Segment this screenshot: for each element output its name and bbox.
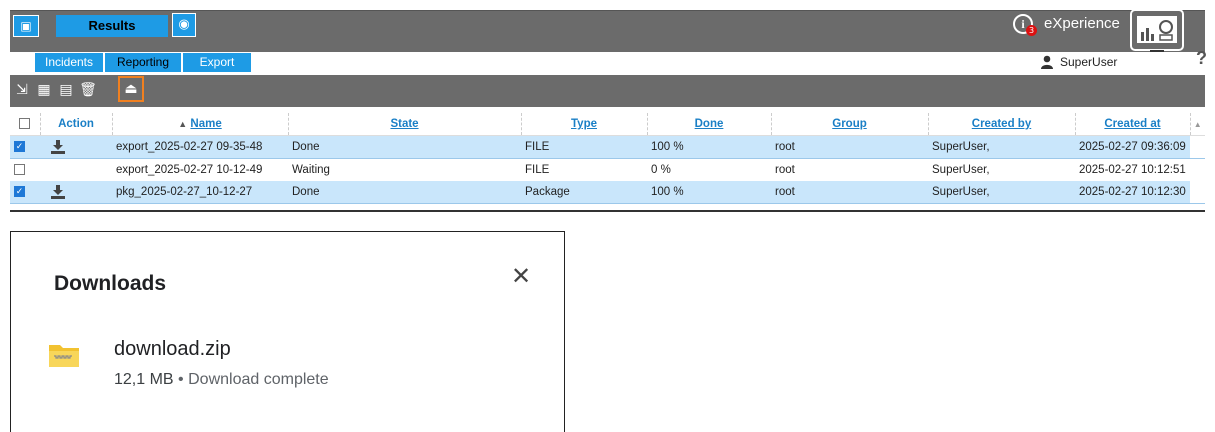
col-type[interactable]: Type — [521, 113, 648, 136]
download-status: Download complete — [188, 371, 329, 388]
col-created-by[interactable]: Created by — [928, 113, 1076, 136]
cell-group: root — [775, 164, 795, 176]
col-state[interactable]: State — [288, 113, 522, 136]
cell-done: 100 % — [647, 135, 771, 159]
cell-created-at: 2025-02-27 10:12:51 — [1079, 164, 1186, 176]
cell-done: 0 % — [651, 164, 671, 176]
cell-group: root — [771, 135, 928, 159]
download-file-name[interactable]: download.zip — [114, 338, 231, 361]
download-meta: 12,1 MB • Download complete — [114, 371, 329, 389]
tab-results[interactable]: Results — [56, 15, 168, 37]
row-checkbox[interactable] — [10, 159, 40, 182]
help-icon[interactable]: ? — [1196, 48, 1207, 69]
cell-done: 100 % — [647, 181, 771, 204]
col-done[interactable]: Done — [647, 113, 772, 136]
downloads-title: Downloads — [54, 272, 167, 295]
cell-created-by: SuperUser, — [928, 135, 1075, 159]
cell-type: FILE — [525, 164, 550, 176]
action-toolbar: ⇲ ▦ ▤ 🗑 ⏏ — [10, 75, 1205, 107]
select-all-checkbox[interactable] — [10, 113, 41, 136]
app-window: ▣ Results ◉ i 3 eXperience Incidents Rep… — [0, 0, 1215, 213]
checkbox-box — [19, 118, 31, 130]
close-icon[interactable]: ✕ — [508, 264, 534, 290]
brand-title: eXperience — [1044, 15, 1120, 32]
col-created-at[interactable]: Created at — [1075, 113, 1191, 136]
cell-name: export_2025-02-27 10-12-49 — [116, 164, 263, 176]
download-size: 12,1 MB — [114, 371, 174, 388]
row-download-icon[interactable] — [40, 181, 112, 204]
cell-state: Done — [288, 181, 521, 204]
cell-state: Done — [288, 135, 521, 159]
export-file-icon[interactable]: ⇲ — [13, 81, 31, 99]
home-icon[interactable]: ▣ — [13, 15, 39, 37]
scrollbar-up[interactable]: ▲ — [1190, 113, 1205, 136]
row-checkbox[interactable]: ✓ — [10, 135, 40, 159]
cell-type: FILE — [521, 135, 647, 159]
tab-reporting[interactable]: Reporting — [105, 53, 181, 72]
tab-export[interactable]: Export — [183, 53, 251, 72]
cell-state: Waiting — [292, 164, 330, 176]
row-download-icon[interactable] — [40, 135, 112, 159]
cell-name: pkg_2025-02-27_10-12-27 — [112, 181, 288, 204]
top-bar: ▣ Results ◉ i 3 eXperience — [10, 10, 1205, 53]
col-action: Action — [40, 113, 113, 136]
monitor-icon[interactable]: ◉ — [172, 13, 196, 37]
cell-group: root — [771, 181, 928, 204]
download-icon[interactable]: ⏏ — [118, 76, 144, 102]
cell-created-by: SuperUser, — [932, 164, 990, 176]
cell-name: export_2025-02-27 09-35-48 — [112, 135, 288, 159]
zip-folder-icon[interactable] — [48, 342, 80, 368]
row-checkbox[interactable]: ✓ — [10, 181, 40, 204]
cell-created-at: 2025-02-27 09:36:09 — [1075, 135, 1190, 159]
notification-badge: 3 — [1026, 25, 1037, 36]
import-package-icon[interactable]: ▤ — [57, 81, 75, 99]
row-action-cell — [40, 159, 112, 182]
table-row[interactable]: export_2025-02-27 10-12-49 Waiting FILE … — [10, 159, 1205, 182]
user-icon — [1041, 55, 1053, 69]
cell-created-by: SuperUser, — [928, 181, 1075, 204]
downloads-panel: Downloads ✕ download.zip 12,1 MB • Downl… — [10, 231, 565, 432]
col-group[interactable]: Group — [771, 113, 929, 136]
col-name[interactable]: ▲ Name — [112, 113, 289, 136]
scrollbar-track[interactable] — [1190, 181, 1205, 204]
table-row[interactable]: ✓ pkg_2025-02-27_10-12-27 Done Package 1… — [10, 181, 1205, 204]
cell-created-at: 2025-02-27 10:12:30 — [1075, 181, 1190, 204]
exports-table: Action ▲ Name State Type Done Group Crea… — [10, 113, 1205, 204]
meta-separator: • — [178, 371, 184, 388]
scrollbar-track[interactable] — [1190, 159, 1205, 182]
cell-type: Package — [521, 181, 647, 204]
current-user[interactable]: SuperUser — [1060, 55, 1117, 69]
tab-incidents[interactable]: Incidents — [35, 53, 103, 72]
scrollbar-track[interactable] — [1190, 135, 1205, 159]
table-row[interactable]: ✓ export_2025-02-27 09-35-48 Done FILE 1… — [10, 135, 1205, 159]
export-package-icon[interactable]: ▦ — [35, 81, 53, 99]
table-header: Action ▲ Name State Type Done Group Crea… — [10, 113, 1205, 136]
delete-icon[interactable]: 🗑 — [79, 81, 97, 99]
sub-navigation: Incidents Reporting Export SuperUser ? — [10, 48, 1207, 74]
